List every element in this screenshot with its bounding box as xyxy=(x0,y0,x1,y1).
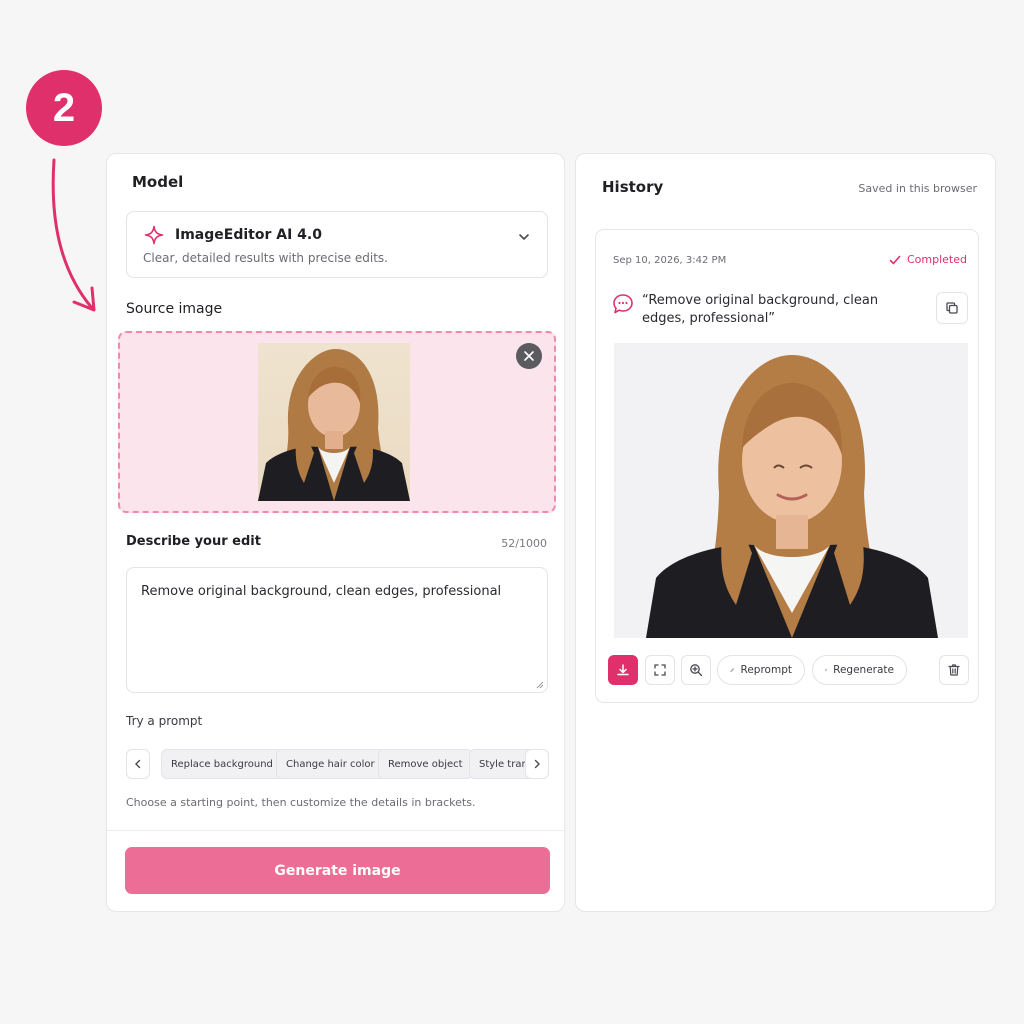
result-image[interactable] xyxy=(614,343,968,638)
resize-handle-icon[interactable] xyxy=(534,679,544,689)
history-prompt: “Remove original background, clean edges… xyxy=(642,293,879,326)
try-prompt-label: Try a prompt xyxy=(126,714,203,728)
describe-edit-heading: Describe your edit xyxy=(126,534,261,549)
prompt-textarea[interactable]: Remove original background, clean edges,… xyxy=(126,567,548,693)
download-button[interactable] xyxy=(608,655,638,685)
source-image-thumbnail xyxy=(258,343,410,501)
remove-image-button[interactable] xyxy=(516,343,542,369)
prompt-chip[interactable]: Change hair color xyxy=(276,749,385,779)
carousel-prev-button[interactable] xyxy=(126,749,150,779)
history-date: Sep 10, 2026, 3:42 PM xyxy=(613,255,727,266)
fullscreen-button[interactable] xyxy=(645,655,675,685)
regenerate-button[interactable]: Regenerate xyxy=(812,655,907,685)
pencil-icon xyxy=(730,668,735,672)
model-description: Clear, detailed results with precise edi… xyxy=(143,251,388,265)
close-icon xyxy=(524,351,534,361)
divider xyxy=(107,830,566,831)
status-badge: Completed xyxy=(889,253,967,266)
reprompt-label: Reprompt xyxy=(740,664,792,676)
regenerate-label: Regenerate xyxy=(833,664,894,676)
chevron-right-icon xyxy=(534,759,540,769)
copy-prompt-button[interactable] xyxy=(936,292,968,324)
model-select[interactable]: ImageEditor AI 4.0 Clear, detailed resul… xyxy=(126,211,548,278)
download-icon xyxy=(617,664,629,676)
chevron-down-icon xyxy=(519,234,529,241)
sparkle-icon xyxy=(144,225,164,245)
chevron-left-icon xyxy=(135,759,141,769)
generate-image-button[interactable]: Generate image xyxy=(125,847,550,894)
status-label: Completed xyxy=(907,253,967,266)
source-image-dropzone[interactable] xyxy=(118,331,556,513)
history-heading: History xyxy=(602,178,664,196)
prompt-chip[interactable]: Remove object xyxy=(378,749,473,779)
step-badge: 2 xyxy=(26,70,102,146)
prompt-chip-carousel: Replace background Change hair color Rem… xyxy=(126,749,549,781)
delete-button[interactable] xyxy=(939,655,969,685)
trash-icon xyxy=(948,664,960,676)
prompt-chip[interactable]: Replace background xyxy=(161,749,283,779)
prompt-text: Remove original background, clean edges,… xyxy=(141,584,502,599)
saved-note: Saved in this browser xyxy=(858,182,977,195)
history-panel: History Saved in this browser Sep 10, 20… xyxy=(575,153,996,912)
carousel-next-button[interactable] xyxy=(525,749,549,779)
copy-icon xyxy=(946,302,958,314)
reprompt-button[interactable]: Reprompt xyxy=(717,655,805,685)
check-icon xyxy=(889,255,901,265)
model-heading: Model xyxy=(132,173,184,191)
chat-bubble-icon xyxy=(613,294,633,314)
model-name: ImageEditor AI 4.0 xyxy=(175,227,322,243)
editor-panel: Model ImageEditor AI 4.0 Clear, detailed… xyxy=(106,153,566,912)
character-count: 52/1000 xyxy=(501,537,547,550)
history-card: Sep 10, 2026, 3:42 PM Completed “Remove … xyxy=(595,229,979,703)
refresh-icon xyxy=(825,669,827,671)
prompt-hint: Choose a starting point, then customize … xyxy=(126,796,476,809)
zoom-in-icon xyxy=(690,664,703,677)
fullscreen-icon xyxy=(654,664,666,676)
source-image-heading: Source image xyxy=(126,301,223,317)
zoom-button[interactable] xyxy=(681,655,711,685)
